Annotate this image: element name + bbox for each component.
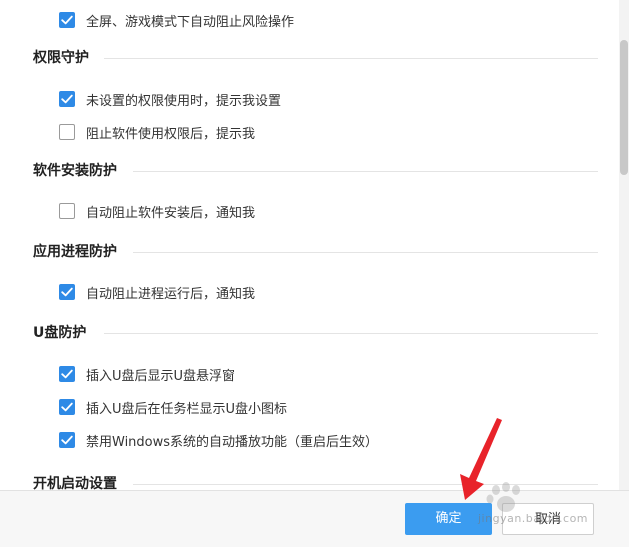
check-icon [61, 94, 73, 104]
option-label: 自动阻止软件安装后，通知我 [86, 205, 256, 221]
option-disable-autoplay[interactable]: 禁用Windows系统的自动播放功能（重启后生效） [59, 430, 378, 450]
option-label: 插入U盘后在任务栏显示U盘小图标 [86, 401, 288, 417]
option-process-block-notify[interactable]: 自动阻止进程运行后，通知我 [59, 282, 255, 302]
option-usb-floating-window[interactable]: 插入U盘后显示U盘悬浮窗 [59, 364, 235, 384]
section-title-install: 软件安装防护 [33, 163, 117, 179]
checkbox-checked[interactable] [59, 399, 75, 415]
scrollbar-thumb[interactable] [620, 40, 628, 175]
option-permission-prompt[interactable]: 未设置的权限使用时，提示我设置 [59, 89, 281, 109]
option-label: 禁用Windows系统的自动播放功能（重启后生效） [86, 434, 379, 450]
check-icon [61, 369, 73, 379]
option-label: 插入U盘后显示U盘悬浮窗 [86, 368, 236, 384]
checkbox-unchecked[interactable] [59, 203, 75, 219]
option-label: 全屏、游戏模式下自动阻止风险操作 [86, 14, 295, 30]
option-install-block-notify[interactable]: 自动阻止软件安装后，通知我 [59, 201, 255, 221]
section-title-process: 应用进程防护 [33, 244, 117, 260]
checkbox-checked[interactable] [59, 366, 75, 382]
check-icon [61, 287, 73, 297]
check-icon [61, 15, 73, 25]
section-divider [104, 58, 598, 59]
option-label: 阻止软件使用权限后，提示我 [86, 126, 256, 142]
option-fullscreen-block[interactable]: 全屏、游戏模式下自动阻止风险操作 [59, 10, 294, 30]
option-label: 未设置的权限使用时，提示我设置 [86, 93, 282, 109]
check-icon [61, 402, 73, 412]
checkbox-checked[interactable] [59, 432, 75, 448]
option-label: 自动阻止进程运行后，通知我 [86, 286, 256, 302]
checkbox-checked[interactable] [59, 284, 75, 300]
check-icon [61, 435, 73, 445]
checkbox-checked[interactable] [59, 12, 75, 28]
section-title-permission: 权限守护 [33, 50, 89, 66]
section-title-usb: U盘防护 [33, 325, 87, 341]
section-divider [133, 484, 598, 485]
option-permission-block-notify[interactable]: 阻止软件使用权限后，提示我 [59, 122, 255, 142]
vertical-scrollbar[interactable] [619, 0, 629, 490]
checkbox-checked[interactable] [59, 91, 75, 107]
section-title-startup: 开机启动设置 [33, 476, 117, 490]
section-divider [133, 171, 598, 172]
ok-button[interactable]: 确定 [405, 503, 492, 535]
section-divider [104, 333, 598, 334]
cancel-button[interactable]: 取消 [502, 503, 594, 535]
settings-panel: 全屏、游戏模式下自动阻止风险操作 权限守护 未设置的权限使用时，提示我设置 阻止… [0, 0, 629, 490]
option-usb-taskbar-icon[interactable]: 插入U盘后在任务栏显示U盘小图标 [59, 397, 287, 417]
section-divider [133, 252, 598, 253]
checkbox-unchecked[interactable] [59, 124, 75, 140]
